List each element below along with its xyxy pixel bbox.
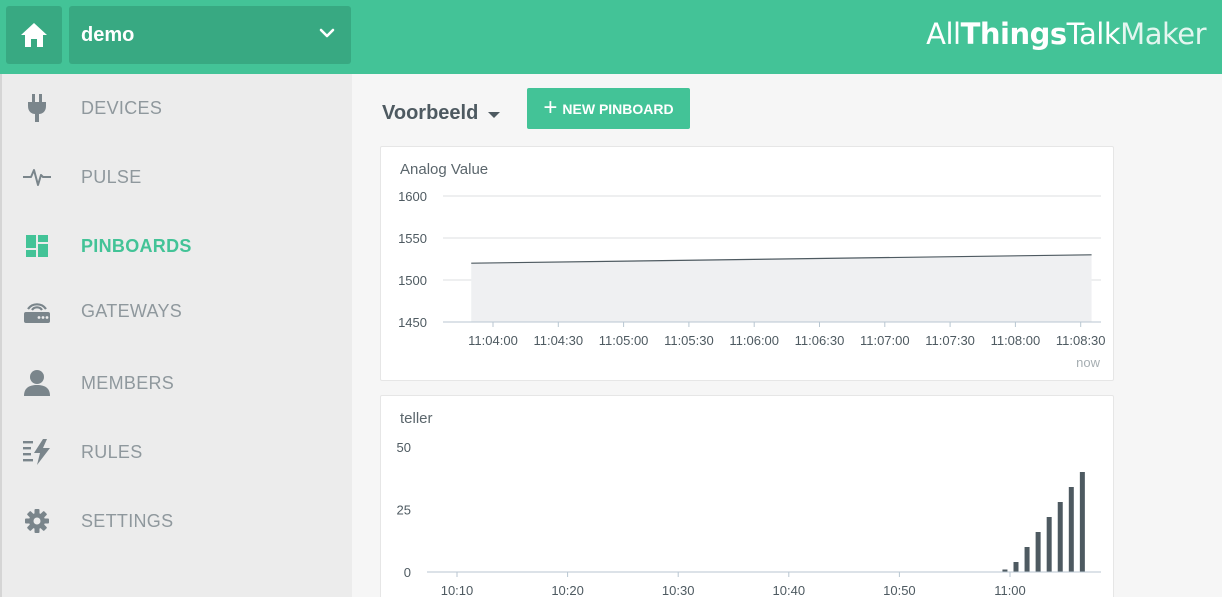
x-tick-label: 11:07:30 [925,333,975,348]
analog-value-chart: 1450 1500 1550 1600 11:04:00 11:04:30 11:05:00… [398,189,1106,370]
pinboard-card-analog-value[interactable]: Analog Value 1450 1500 1550 1600 11:04:00 11:… [380,146,1114,381]
gateway-icon [22,296,52,326]
dashboard-icon [22,231,52,261]
bar [1013,562,1019,572]
sidebar-item-pulse[interactable]: PULSE [2,147,354,207]
user-icon [22,368,52,398]
teller-chart: 0 25 50 10:10 10:20 10:30 10:40 10:50 11:00 [397,440,1101,597]
x-tick-label: 11:06:00 [729,333,779,348]
home-button[interactable] [6,6,62,64]
x-tick-label: 10:10 [441,583,474,597]
x-tick-label: 11:04:00 [468,333,518,348]
chevron-down-icon [319,28,335,38]
area-fill [471,254,1092,322]
pinboard-selector[interactable]: Voorbeeld [382,98,501,128]
x-tick-label: 11:08:00 [991,333,1041,348]
sidebar-item-gateways[interactable]: GATEWAYS [2,281,354,341]
x-tick-label: 11:05:30 [664,333,714,348]
sidebar-item-devices[interactable]: DEVICES [2,78,354,138]
rules-icon [22,437,52,467]
x-tick-label: 11:08:30 [1056,333,1106,348]
bar [1035,532,1041,572]
y-tick-label: 50 [397,440,411,455]
new-pinboard-label: NEW PINBOARD [562,100,674,117]
top-bar: demo AllThingsTalkMaker [0,0,1222,74]
x-tick-label: 10:20 [551,583,584,597]
x-tick-label: 11:04:30 [533,333,583,348]
new-pinboard-button[interactable]: + NEW PINBOARD [527,88,690,129]
y-tick-label: 1450 [398,315,427,330]
bar [1057,502,1063,572]
y-tick-label: 1500 [398,273,427,288]
brand-logo: AllThingsTalkMaker [926,17,1206,51]
x-tick-label: 11:05:00 [599,333,649,348]
plus-icon: + [543,93,558,121]
y-tick-label: 25 [397,503,411,518]
y-tick-label: 1600 [398,189,427,204]
ground-selector[interactable]: demo [69,6,351,64]
sidebar-item-pinboards[interactable]: PINBOARDS [2,216,354,276]
pulse-icon [22,162,52,192]
x-tick-label: 10:40 [773,583,806,597]
x-tick-label: 10:30 [662,583,695,597]
y-tick-label: 0 [404,565,411,580]
caret-down-icon [488,112,501,118]
main-content: Voorbeeld + NEW PINBOARD Analog Value 14… [352,74,1222,597]
bar [1068,487,1074,572]
sidebar: DEVICES PULSE PINBOARDS GATEWAYS MEMBERS… [0,74,352,597]
ground-name: demo [81,24,135,46]
home-icon [21,23,47,47]
bar [1079,472,1085,572]
now-label: now [1076,355,1100,370]
pinboard-card-teller[interactable]: teller 0 25 50 10:10 10:20 10:30 10:40 10:50 11:… [380,395,1114,597]
bar [1046,517,1052,572]
x-tick-label: 11:06:30 [795,333,845,348]
x-tick-label: 11:00 [994,583,1026,597]
sidebar-item-rules[interactable]: RULES [2,422,354,482]
bar [1024,547,1030,572]
x-tick-label: 10:50 [883,583,916,597]
gear-icon [22,506,52,536]
sidebar-item-settings[interactable]: SETTINGS [2,491,354,551]
y-tick-label: 1550 [398,231,427,246]
plug-icon [22,93,52,123]
pinboard-name: Voorbeeld [382,101,479,124]
x-tick-label: 11:07:00 [860,333,910,348]
sidebar-item-members[interactable]: MEMBERS [2,353,354,413]
